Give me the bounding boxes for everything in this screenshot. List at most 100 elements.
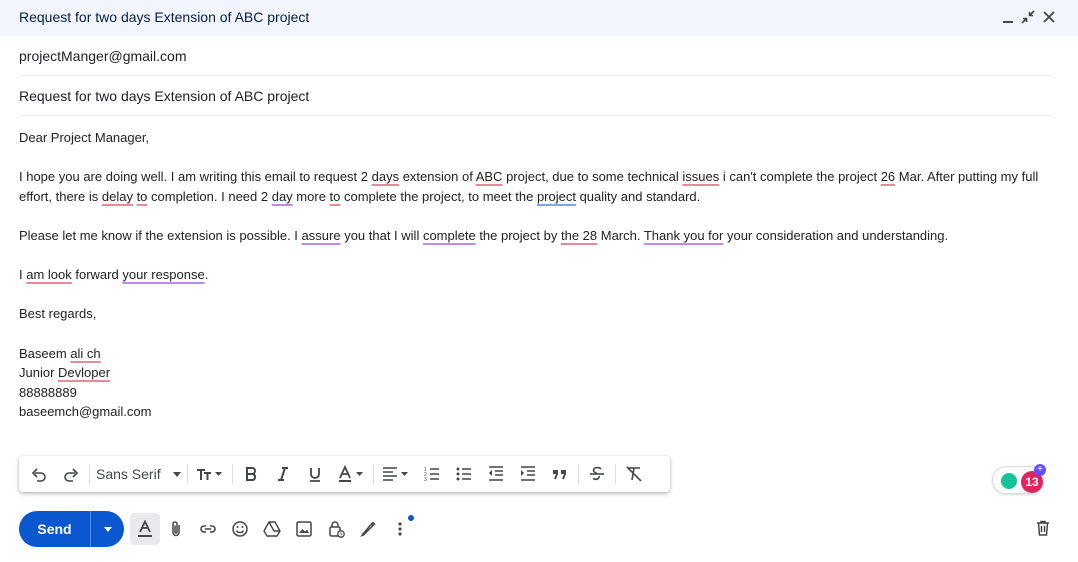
bulleted-list-icon [456, 467, 471, 481]
strikethrough-icon [589, 466, 604, 481]
chevron-down-icon [172, 471, 181, 477]
bulleted-list-button[interactable] [448, 458, 480, 490]
confidential-mode-button[interactable] [320, 513, 352, 545]
spell-flag[interactable]: to [330, 189, 341, 204]
compose-bottom-toolbar [130, 513, 416, 545]
bold-button[interactable] [235, 458, 267, 490]
italic-icon [277, 467, 288, 481]
confidential-icon [329, 521, 345, 538]
strikethrough-button[interactable] [581, 458, 613, 490]
italic-button[interactable] [267, 458, 299, 490]
subject-field[interactable]: Request for two days Extension of ABC pr… [19, 76, 1053, 116]
compose-header: Request for two days Extension of ABC pr… [0, 0, 1078, 36]
numbered-list-button[interactable]: 123 [416, 458, 448, 490]
close-icon [1043, 11, 1055, 23]
insert-emoji-button[interactable] [224, 513, 256, 545]
undo-button[interactable] [23, 458, 55, 490]
insert-photo-button[interactable] [288, 513, 320, 545]
indent-less-button[interactable] [480, 458, 512, 490]
photo-icon [296, 521, 312, 537]
formatting-options-button[interactable] [130, 513, 160, 545]
chevron-down-icon [103, 526, 112, 532]
minimize-icon [1003, 21, 1013, 23]
signature-icon [360, 521, 376, 537]
attach-files-button[interactable] [160, 513, 192, 545]
spell-flag[interactable]: ali ch [70, 346, 100, 361]
remove-formatting-icon [626, 466, 642, 482]
spell-flag[interactable]: Devloper [58, 365, 110, 380]
attach-icon [172, 521, 180, 537]
discard-draft-button[interactable] [1028, 513, 1058, 543]
text-color-icon [338, 465, 363, 482]
spell-flag[interactable]: 26 [881, 169, 895, 184]
underline-icon [309, 468, 320, 482]
indent-more-icon [520, 466, 535, 481]
grammarly-plus-badge: + [1034, 464, 1046, 476]
spell-flag[interactable]: am look [26, 267, 72, 282]
signature-phone: 88888889 [19, 384, 77, 400]
remove-formatting-button[interactable] [618, 458, 650, 490]
text-size-button[interactable] [190, 458, 230, 490]
insert-drive-file-button[interactable] [256, 513, 288, 545]
closing: Best regards, [19, 306, 97, 322]
quote-button[interactable] [544, 458, 576, 490]
bold-icon [245, 467, 256, 481]
text-color-button[interactable] [331, 458, 371, 490]
link-icon [200, 525, 216, 533]
compose-title: Request for two days Extension of ABC pr… [19, 9, 310, 25]
formatting-toolbar: Sans Serif 123 [19, 456, 670, 492]
redo-button[interactable] [55, 458, 87, 490]
grammar-flag[interactable]: Thank you for [644, 228, 724, 243]
align-icon [382, 467, 408, 481]
style-flag[interactable]: project [537, 189, 576, 204]
send-button-group: Send [19, 511, 124, 547]
trash-icon [1037, 520, 1049, 536]
spell-flag[interactable]: ABC [476, 169, 503, 184]
signature-role: Junior Devloper [19, 365, 111, 381]
grammar-flag[interactable]: complete [423, 228, 476, 243]
grammarly-logo-icon [1001, 473, 1017, 489]
spell-flag[interactable]: days [372, 169, 399, 184]
paragraph-2: Please let me know if the extension is p… [19, 227, 949, 243]
notification-dot [408, 515, 414, 521]
paragraph-3: I am look forward your response. [19, 267, 209, 283]
emoji-icon [232, 521, 248, 537]
font-family-label: Sans Serif [96, 466, 161, 482]
greeting: Dear Project Manager, [19, 130, 150, 145]
close-button[interactable] [1039, 7, 1059, 27]
more-options-button[interactable] [384, 513, 416, 545]
grammar-flag[interactable]: day [272, 189, 293, 204]
send-button[interactable]: Send [19, 511, 90, 547]
insert-link-button[interactable] [192, 513, 224, 545]
message-body[interactable]: Dear Project Manager, I hope you are doi… [19, 128, 1049, 422]
align-button[interactable] [376, 458, 416, 490]
undo-icon [31, 468, 46, 482]
subject-text: Request for two days Extension of ABC pr… [19, 88, 310, 104]
exit-fullscreen-icon [1021, 10, 1035, 24]
signature-email: baseemch@gmail.com [19, 404, 152, 420]
more-options-icon [398, 522, 402, 536]
redo-icon [64, 468, 79, 482]
text-size-icon [196, 469, 222, 480]
exit-fullscreen-button[interactable] [1018, 7, 1038, 27]
spell-flag[interactable]: delay [102, 189, 133, 204]
indent-more-button[interactable] [512, 458, 544, 490]
recipients-field[interactable]: projectManger@gmail.com [19, 36, 1053, 76]
grammar-flag[interactable]: your response [122, 267, 204, 282]
drive-icon [263, 521, 281, 537]
svg-text:3: 3 [424, 477, 427, 483]
underline-button[interactable] [299, 458, 331, 490]
minimize-button[interactable] [998, 7, 1018, 27]
grammarly-widget[interactable]: 13 + [992, 464, 1048, 494]
spell-flag[interactable]: to [137, 189, 148, 204]
recipient-address: projectManger@gmail.com [19, 48, 187, 64]
quote-icon [552, 470, 566, 479]
insert-signature-button[interactable] [352, 513, 384, 545]
spell-flag[interactable]: issues [682, 169, 719, 184]
grammar-flag[interactable]: assure [302, 228, 341, 243]
more-send-options-button[interactable] [91, 511, 124, 547]
spell-flag[interactable]: the 28 [561, 228, 597, 243]
signature-name: Baseem ali ch [19, 345, 101, 361]
formatting-options-icon [138, 520, 152, 537]
font-family-select[interactable]: Sans Serif [92, 458, 185, 490]
